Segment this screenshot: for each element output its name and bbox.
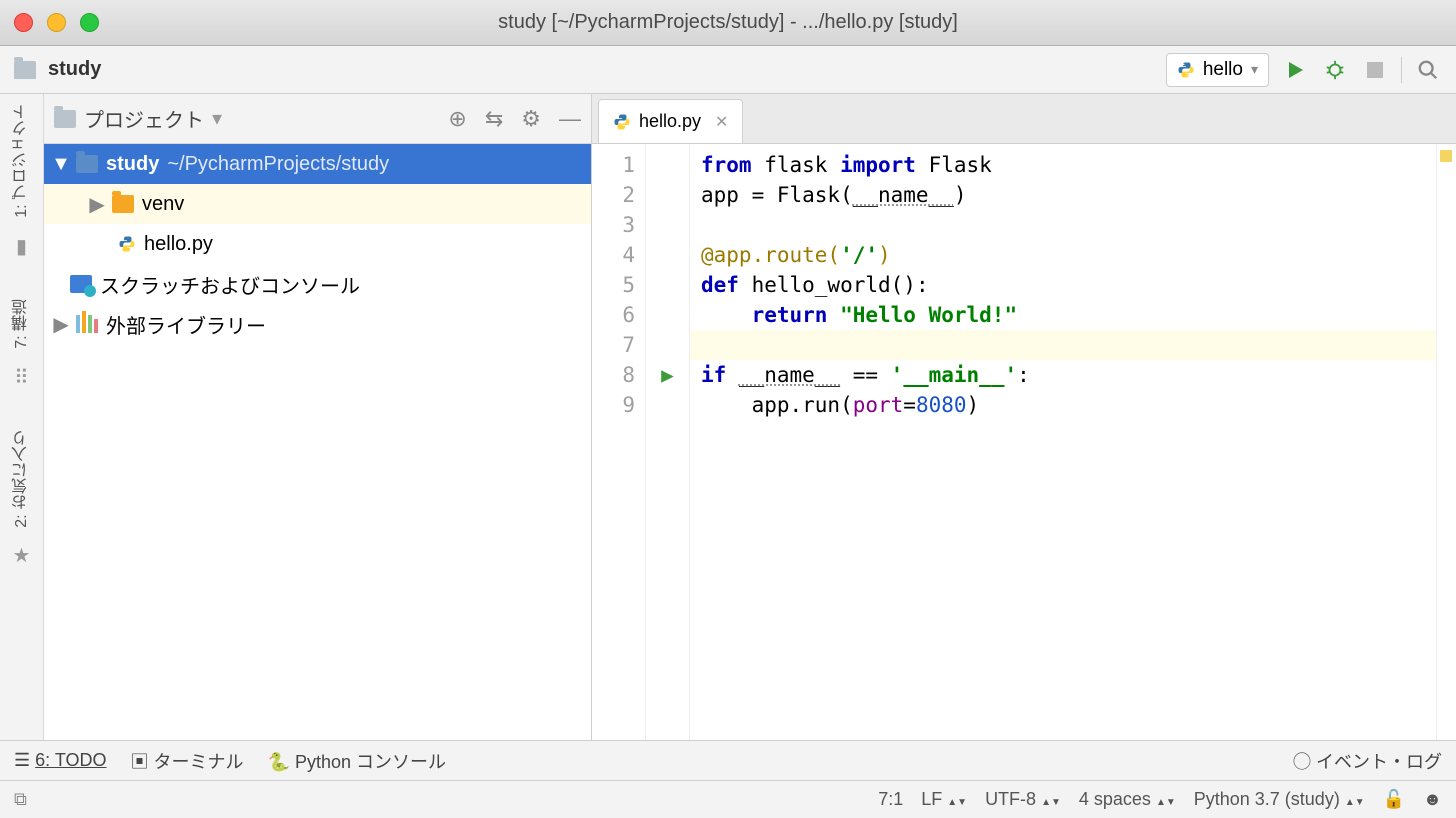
tree-item-label: スクラッチおよびコンソール — [100, 270, 360, 299]
tab-label: hello.py — [639, 111, 701, 132]
run-button[interactable] — [1281, 60, 1309, 80]
line-number-gutter: 123456789 — [592, 144, 646, 740]
structure-icon: ⠿ — [14, 365, 29, 390]
tool-tab-favorites[interactable]: 2: お気に入り — [10, 430, 34, 528]
tree-item-label: hello.py — [144, 233, 213, 256]
locate-icon[interactable]: ⊕ — [448, 106, 466, 132]
project-tree[interactable]: ▼ study ~/PycharmProjects/study ▶ venv h… — [44, 144, 591, 740]
gutter-run-icon[interactable]: ▶ — [646, 360, 689, 390]
zoom-window-icon[interactable] — [80, 13, 99, 32]
editor-tab[interactable]: hello.py ✕ — [598, 99, 743, 143]
expand-arrow-icon[interactable]: ▼ — [54, 153, 68, 176]
library-icon — [76, 315, 98, 333]
project-folder-icon — [76, 155, 98, 173]
python-file-icon — [613, 113, 631, 131]
stop-button — [1361, 62, 1389, 78]
file-encoding[interactable]: UTF-8 ▲▼ — [985, 789, 1061, 810]
windows-icon[interactable]: ⧉ — [14, 789, 27, 810]
python-interpreter[interactable]: Python 3.7 (study) ▲▼ — [1194, 789, 1365, 810]
tree-root-name: study — [106, 153, 159, 176]
todo-tab[interactable]: ☰ 6: TODO — [14, 750, 107, 771]
folder-icon — [112, 195, 134, 213]
tree-item-label: 外部ライブラリー — [106, 310, 266, 339]
close-window-icon[interactable] — [14, 13, 33, 32]
tool-tab-structure[interactable]: 7: 構造 — [10, 299, 34, 349]
tool-window-bar: ☰ 6: TODO ▣ ターミナル 🐍 Python コンソール ◯ イベント・… — [0, 740, 1456, 780]
expand-arrow-icon[interactable]: ▶ — [90, 192, 104, 217]
folder-icon — [14, 61, 36, 79]
project-panel-title[interactable]: プロジェクト — [84, 104, 204, 133]
run-config-selector[interactable]: hello ▾ — [1166, 53, 1269, 87]
tree-root[interactable]: ▼ study ~/PycharmProjects/study — [44, 144, 591, 184]
title-bar: study [~/PycharmProjects/study] - .../he… — [0, 0, 1456, 46]
folder-icon — [54, 110, 76, 128]
expand-arrow-icon[interactable]: ▶ — [54, 312, 68, 337]
tree-file[interactable]: hello.py — [44, 224, 591, 264]
breadcrumb-project[interactable]: study — [48, 58, 101, 81]
close-tab-icon[interactable]: ✕ — [715, 112, 728, 132]
python-console-tab[interactable]: 🐍 Python コンソール — [268, 748, 446, 774]
gear-icon[interactable]: ⚙ — [521, 106, 541, 132]
collapse-icon[interactable]: ⇆ — [485, 106, 503, 132]
code-content[interactable]: from flask import Flask app = Flask(__na… — [690, 144, 1436, 740]
run-config-name: hello — [1203, 59, 1243, 81]
tool-tab-project[interactable]: 1: プロジェクト — [10, 104, 34, 218]
indent-setting[interactable]: 4 spaces ▲▼ — [1079, 789, 1176, 810]
tree-external-libs[interactable]: ▶ 外部ライブラリー — [44, 304, 591, 344]
python-icon — [1177, 61, 1195, 79]
bookmark-icon[interactable]: ▮ — [16, 234, 27, 259]
event-log-tab[interactable]: ◯ イベント・ログ — [1293, 748, 1442, 774]
tree-venv[interactable]: ▶ venv — [44, 184, 591, 224]
chevron-down-icon: ▾ — [1251, 61, 1258, 78]
project-tool-window: プロジェクト ▾ ⊕ ⇆ ⚙ — ▼ study ~/PycharmProjec… — [44, 94, 592, 740]
error-stripe[interactable] — [1436, 144, 1456, 740]
run-gutter: ▶ — [646, 144, 690, 740]
minimize-window-icon[interactable] — [47, 13, 66, 32]
left-tool-strip: 1: プロジェクト ▮ 7: 構造 ⠿ 2: お気に入り ★ — [0, 94, 44, 740]
cursor-position[interactable]: 7:1 — [878, 789, 903, 810]
window-title: study [~/PycharmProjects/study] - .../he… — [498, 11, 958, 34]
hide-icon[interactable]: — — [559, 106, 581, 132]
tree-scratches[interactable]: スクラッチおよびコンソール — [44, 264, 591, 304]
star-icon[interactable]: ★ — [13, 543, 31, 568]
stop-icon — [1367, 62, 1383, 78]
debug-button[interactable] — [1321, 59, 1349, 81]
hector-icon[interactable]: ☻ — [1423, 789, 1442, 810]
lock-icon[interactable]: 🔓 — [1383, 789, 1405, 810]
editor-area: hello.py ✕ 123456789 ▶ from flask import… — [592, 94, 1456, 740]
tree-item-label: venv — [142, 193, 184, 216]
nav-toolbar: study hello ▾ — [0, 46, 1456, 94]
project-header: プロジェクト ▾ ⊕ ⇆ ⚙ — — [44, 94, 591, 144]
scratch-icon — [70, 275, 92, 293]
status-bar: ⧉ 7:1 LF ▲▼ UTF-8 ▲▼ 4 spaces ▲▼ Python … — [0, 780, 1456, 818]
tree-root-path: ~/PycharmProjects/study — [167, 153, 389, 176]
warning-marker-icon[interactable] — [1440, 150, 1452, 162]
terminal-tab[interactable]: ▣ ターミナル — [131, 748, 244, 774]
editor-tab-bar: hello.py ✕ — [592, 94, 1456, 144]
window-controls — [14, 13, 99, 32]
line-separator[interactable]: LF ▲▼ — [921, 789, 967, 810]
python-file-icon — [118, 235, 136, 253]
search-button[interactable] — [1414, 59, 1442, 81]
chevron-down-icon[interactable]: ▾ — [212, 106, 222, 131]
code-editor[interactable]: 123456789 ▶ from flask import Flask app … — [592, 144, 1456, 740]
